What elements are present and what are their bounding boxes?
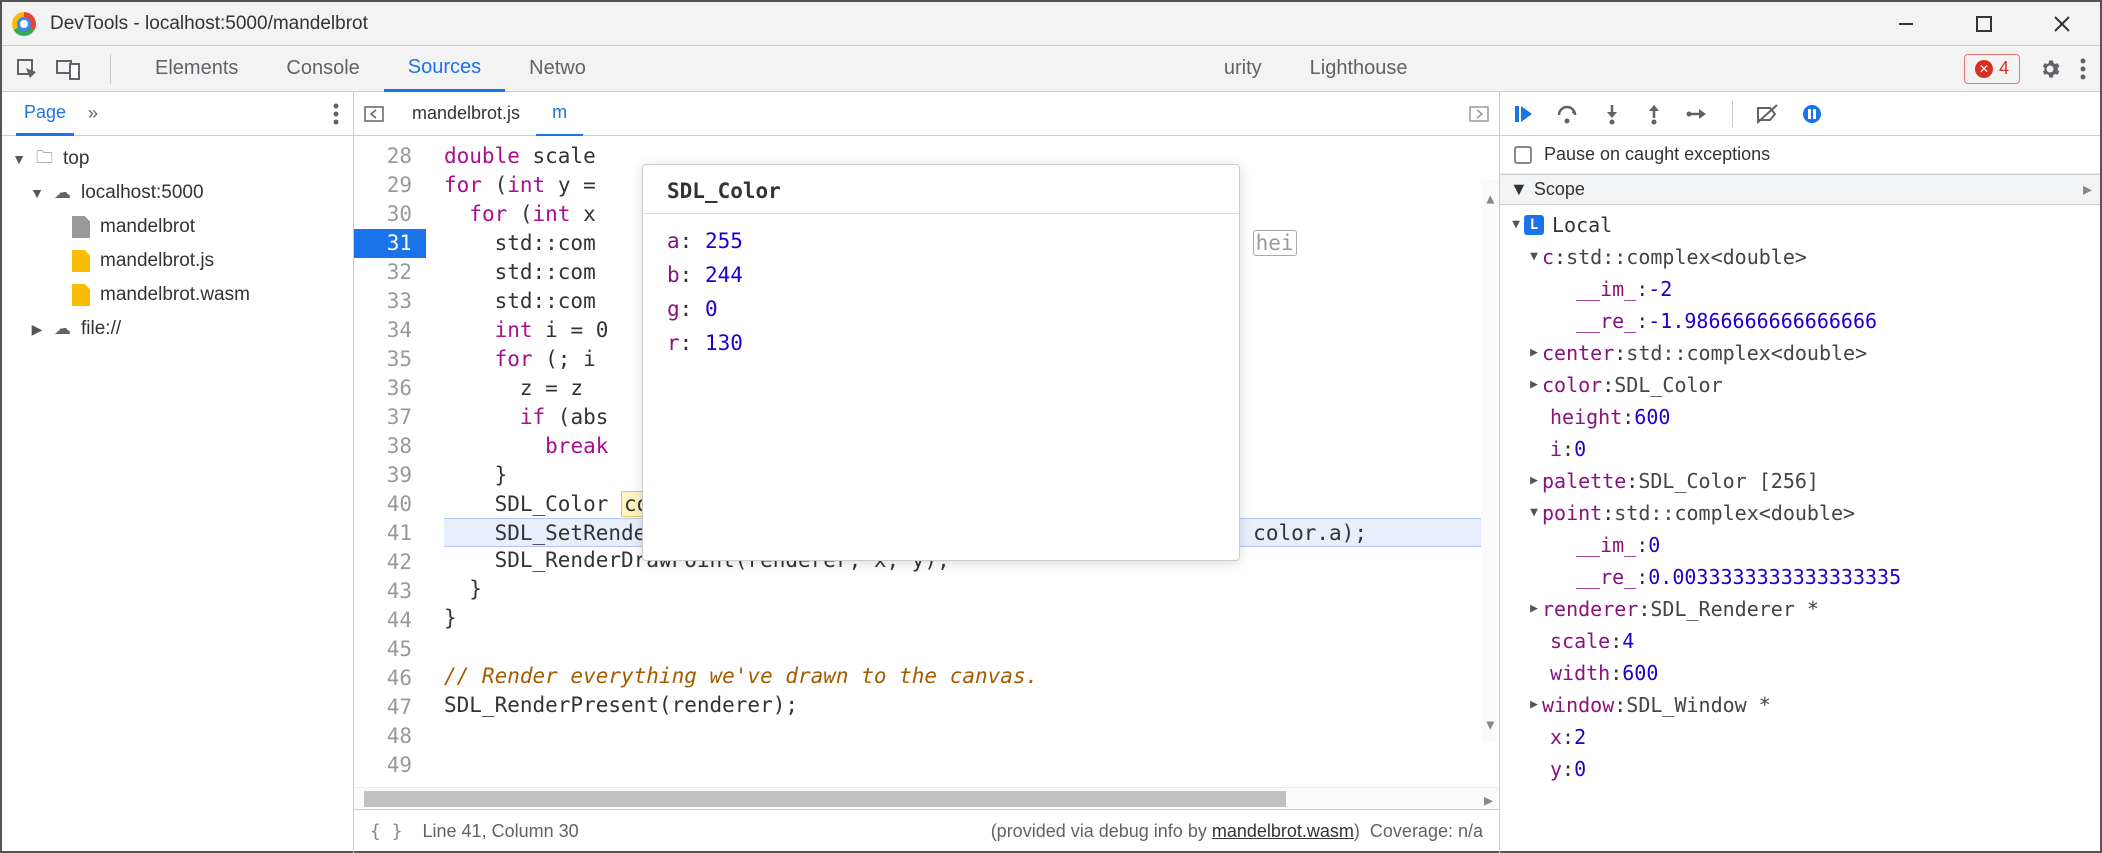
editor-scrollbar-vertical[interactable]: ▴ ▾ <box>1481 180 1499 743</box>
window-maximize-button[interactable] <box>1970 10 1998 38</box>
var-c-im[interactable]: __im_: -2 <box>1500 273 2100 305</box>
scroll-indicator-icon: ▸ <box>2083 179 2092 200</box>
debug-info: (provided via debug info by mandelbrot.w… <box>991 821 1483 842</box>
var-color[interactable]: ▶color: SDL_Color <box>1500 369 2100 401</box>
editor-scrollbar-horizontal[interactable]: ▸ <box>354 787 1499 809</box>
tab-sources[interactable]: Sources <box>384 46 505 92</box>
line-gutter[interactable]: 2829303132333435363738394041424344454647… <box>354 136 426 787</box>
pause-exceptions-icon[interactable] <box>1801 103 1823 125</box>
error-icon: ✕ <box>1975 60 1993 78</box>
tab-security[interactable]: urity <box>1200 46 1286 92</box>
pause-label: Pause on caught exceptions <box>1544 144 1770 165</box>
settings-icon[interactable] <box>2038 57 2062 81</box>
format-icon[interactable]: { } <box>370 821 403 842</box>
editor-tabbar: mandelbrot.js m <box>354 92 1499 136</box>
tree-file-mandelbrot[interactable]: mandelbrot <box>2 210 353 244</box>
tab-console[interactable]: Console <box>262 46 383 92</box>
coverage-label: Coverage: n/a <box>1370 821 1483 841</box>
step-icon[interactable] <box>1686 103 1710 125</box>
chrome-icon <box>12 12 36 36</box>
scope-tree[interactable]: ▼LLocal ▼c: std::complex<double> __im_: … <box>1500 205 2100 853</box>
pause-checkbox[interactable] <box>1514 146 1532 164</box>
editor-tab-current[interactable]: m <box>536 92 583 136</box>
scroll-down-icon[interactable]: ▾ <box>1484 710 1497 739</box>
var-point[interactable]: ▼point: std::complex<double> <box>1500 497 2100 529</box>
var-point-im[interactable]: __im_: 0 <box>1500 529 2100 561</box>
step-out-icon[interactable] <box>1644 103 1664 125</box>
window-minimize-button[interactable] <box>1892 10 1920 38</box>
device-toggle-icon[interactable] <box>56 58 80 80</box>
page-tab[interactable]: Page <box>16 92 74 136</box>
tree-file-mandelbrot-wasm[interactable]: mandelbrot.wasm <box>2 278 353 312</box>
scope-local[interactable]: ▼LLocal <box>1500 209 2100 241</box>
var-c[interactable]: ▼c: std::complex<double> <box>1500 241 2100 273</box>
tree-host[interactable]: ▼☁localhost:5000 <box>2 176 353 210</box>
chevron-down-icon: ▼ <box>1510 179 1528 200</box>
inspect-icon[interactable] <box>16 58 38 80</box>
scroll-right-icon[interactable]: ▸ <box>1484 790 1493 811</box>
error-count: 4 <box>1999 58 2009 79</box>
hover-tooltip: SDL_Color a: 255b: 244g: 0r: 130 <box>642 164 1240 561</box>
var-x[interactable]: x: 2 <box>1500 721 2100 753</box>
scroll-up-icon[interactable]: ▴ <box>1484 184 1497 213</box>
tabbar-separator <box>110 54 111 84</box>
debugger-toolbar <box>1500 92 2100 136</box>
scrollbar-thumb[interactable] <box>364 791 1286 807</box>
editor-statusbar: { } Line 41, Column 30 (provided via deb… <box>354 809 1499 853</box>
tooltip-title: SDL_Color <box>643 165 1239 214</box>
var-c-re[interactable]: __re_: -1.9866666666666666 <box>1500 305 2100 337</box>
var-renderer[interactable]: ▶renderer: SDL_Renderer * <box>1500 593 2100 625</box>
window-title: DevTools - localhost:5000/mandelbrot <box>50 13 368 35</box>
var-window[interactable]: ▶window: SDL_Window * <box>1500 689 2100 721</box>
var-y[interactable]: y: 0 <box>1500 753 2100 785</box>
pause-on-exceptions-row[interactable]: Pause on caught exceptions <box>1500 136 2100 174</box>
var-point-re[interactable]: __re_: 0.0033333333333333335 <box>1500 561 2100 593</box>
sidebar-more-icon[interactable] <box>333 103 339 125</box>
var-center[interactable]: ▶center: std::complex<double> <box>1500 337 2100 369</box>
window-titlebar: DevTools - localhost:5000/mandelbrot <box>2 2 2100 46</box>
editor-nav-icon[interactable] <box>1469 104 1489 124</box>
scope-header[interactable]: ▼ Scope ▸ <box>1500 174 2100 205</box>
tab-lighthouse[interactable]: Lighthouse <box>1286 46 1432 92</box>
var-palette[interactable]: ▶palette: SDL_Color [256] <box>1500 465 2100 497</box>
sidebar-header: Page » <box>2 92 353 136</box>
var-height[interactable]: height: 600 <box>1500 401 2100 433</box>
deactivate-breakpoints-icon[interactable] <box>1755 103 1779 125</box>
tab-network[interactable]: Netwo <box>505 46 610 92</box>
resume-icon[interactable] <box>1512 103 1534 125</box>
step-over-icon[interactable] <box>1556 103 1580 125</box>
var-scale[interactable]: scale: 4 <box>1500 625 2100 657</box>
window-close-button[interactable] <box>2048 10 2076 38</box>
error-badge[interactable]: ✕ 4 <box>1964 54 2020 84</box>
collapse-sidebar-icon[interactable] <box>364 104 384 124</box>
debugger-pane: Pause on caught exceptions ▼ Scope ▸ ▼LL… <box>1500 92 2100 853</box>
var-width[interactable]: width: 600 <box>1500 657 2100 689</box>
tree-file-mandelbrot-js[interactable]: mandelbrot.js <box>2 244 353 278</box>
tree-file-proto[interactable]: ▶☁file:// <box>2 312 353 346</box>
devtools-tabbar: Elements Console Sources Netwo urity Lig… <box>2 46 2100 92</box>
debug-info-link[interactable]: mandelbrot.wasm <box>1212 821 1354 841</box>
more-tabs-icon[interactable]: » <box>88 103 98 124</box>
sources-sidebar: Page » ▼🗀top ▼☁localhost:5000 mandelbrot… <box>2 92 354 853</box>
step-into-icon[interactable] <box>1602 103 1622 125</box>
editor-tab-mandelbrot-js[interactable]: mandelbrot.js <box>396 92 536 136</box>
tree-top[interactable]: ▼🗀top <box>2 142 353 176</box>
more-icon[interactable] <box>2080 58 2086 80</box>
cursor-position: Line 41, Column 30 <box>423 821 579 842</box>
toolbar-separator <box>1732 101 1733 127</box>
tab-elements[interactable]: Elements <box>131 46 262 92</box>
var-i[interactable]: i: 0 <box>1500 433 2100 465</box>
file-tree: ▼🗀top ▼☁localhost:5000 mandelbrot mandel… <box>2 136 353 853</box>
